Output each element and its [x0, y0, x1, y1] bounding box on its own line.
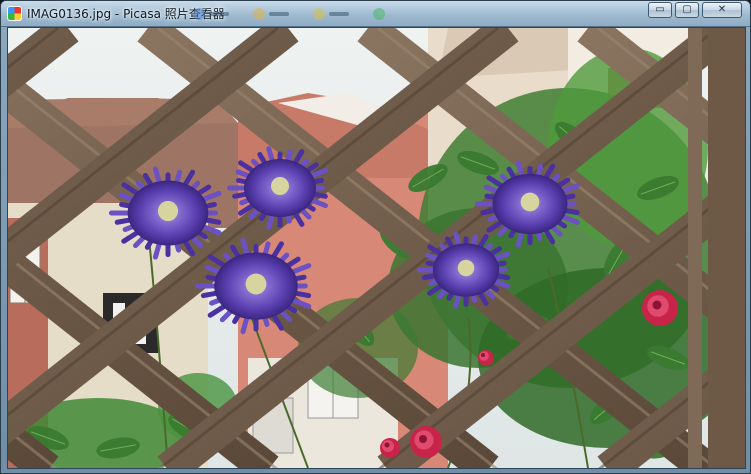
flower-center	[271, 177, 289, 195]
rose	[380, 438, 400, 458]
photo-viewport[interactable]	[7, 27, 746, 469]
minimize-button[interactable]: ▭	[648, 2, 672, 18]
close-button[interactable]: ✕	[702, 2, 742, 18]
close-icon: ✕	[717, 4, 727, 15]
flower-center	[457, 259, 475, 277]
trellis-post	[708, 28, 745, 468]
photo-viewer-window: IMAG0136.jpg - Picasa 照片查看器 ▭ ▢ ✕	[0, 0, 751, 474]
minimize-icon: ▭	[655, 4, 665, 15]
flower-center	[157, 200, 179, 222]
maximize-icon: ▢	[682, 4, 692, 15]
ghost-item	[193, 8, 229, 20]
flower-center	[520, 192, 540, 212]
ghost-item	[373, 8, 385, 20]
title-bar[interactable]: IMAG0136.jpg - Picasa 照片查看器 ▭ ▢ ✕	[1, 1, 750, 27]
rose-core	[481, 353, 485, 357]
rose	[642, 290, 678, 326]
rose	[410, 426, 442, 458]
trellis-post	[688, 28, 702, 468]
rose-core	[384, 442, 390, 448]
rose-core	[419, 435, 427, 443]
window-controls: ▭ ▢ ✕	[648, 2, 742, 18]
ghost-item	[313, 8, 349, 20]
maximize-button[interactable]: ▢	[675, 2, 699, 18]
photo	[8, 28, 745, 468]
rose	[478, 350, 494, 366]
background-taskbar-reflection	[193, 7, 429, 21]
flower-center	[245, 273, 267, 295]
picasa-app-icon	[7, 6, 22, 21]
rose-core	[652, 300, 662, 310]
ghost-item	[253, 8, 289, 20]
